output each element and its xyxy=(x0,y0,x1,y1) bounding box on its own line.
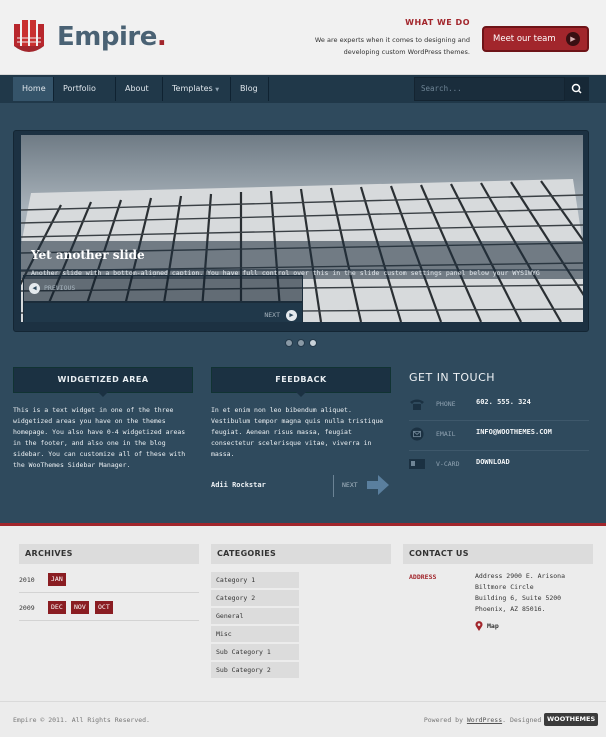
category-link[interactable]: Sub Category 2 xyxy=(211,662,299,678)
category-link[interactable]: Sub Category 1 xyxy=(211,644,299,660)
map-pin-icon xyxy=(475,621,483,631)
arrow-right-icon[interactable] xyxy=(367,475,389,495)
credits-text: Powered by WordPress. Designed by xyxy=(424,716,553,724)
divider xyxy=(333,475,334,497)
dropdown-arrow-icon: ▼ xyxy=(215,87,220,93)
arrow-right-icon: ▶ xyxy=(286,310,297,321)
archive-year: 2010 xyxy=(19,576,35,584)
slide-image: Yet another slide Another slide with a b… xyxy=(21,135,583,322)
feedback-text: In et enim non leo bibendum aliquet. Ves… xyxy=(211,406,384,458)
address-line: Phoenix, AZ 85016. xyxy=(475,605,546,613)
nav-item-templates[interactable]: Templates ▼ xyxy=(163,77,231,101)
vcard-download-link[interactable]: DOWNLOAD xyxy=(476,458,510,466)
what-we-do-text: We are experts when it comes to designin… xyxy=(314,36,470,56)
main-navigation: Home Portfolio About Templates ▼ Blog Se… xyxy=(0,75,606,103)
archive-row: 2009 DEC NOV OCT xyxy=(19,594,199,621)
widget-title-text: WIDGETIZED AREA xyxy=(57,375,149,384)
main-content: Yet another slide Another slide with a b… xyxy=(0,103,606,523)
get-in-touch-title: GET IN TOUCH xyxy=(409,371,496,384)
email-icon xyxy=(410,427,424,441)
archive-month-link[interactable]: JAN xyxy=(48,573,66,586)
nav-item-label: Blog xyxy=(240,84,258,93)
categories-title: CATEGORIES xyxy=(211,544,391,564)
woothemes-logo[interactable]: WOOTHEMES xyxy=(544,713,599,726)
slide-next-button[interactable]: NEXT ▶ xyxy=(23,302,303,322)
meet-our-team-button[interactable]: Meet our team ▶ xyxy=(482,26,589,52)
email-link[interactable]: INFO@WOOTHEMES.COM xyxy=(476,428,552,436)
map-link[interactable]: Map xyxy=(487,622,499,630)
vcard-icon xyxy=(409,459,425,469)
address-line: Biltmore Circle xyxy=(475,583,534,591)
widgetized-area-title: WIDGETIZED AREA xyxy=(13,367,193,397)
nav-item-home[interactable]: Home xyxy=(13,77,54,101)
contact-label: EMAIL xyxy=(436,430,456,438)
slide-caption: Yet another slide xyxy=(21,241,583,271)
contact-label: V-CARD xyxy=(436,460,460,468)
archive-row: 2010 JAN xyxy=(19,566,199,593)
arrow-right-icon: ▶ xyxy=(566,32,580,46)
category-link[interactable]: Misc xyxy=(211,626,299,642)
site-logo-text[interactable]: Empire. xyxy=(57,22,167,52)
contact-label: PHONE xyxy=(436,400,456,408)
testimonial-author: Adii Rockstar xyxy=(211,481,266,489)
contact-us-title: CONTACT US xyxy=(403,544,593,564)
slider-pager-dot[interactable] xyxy=(285,339,293,347)
nav-item-label: Portfolio xyxy=(63,84,96,93)
phone-number: 602. 555. 324 xyxy=(476,398,531,406)
slider-pager-dot[interactable] xyxy=(297,339,305,347)
copyright-bar: Empire © 2011. All Rights Reserved. Powe… xyxy=(0,701,606,737)
nav-item-portfolio[interactable]: Portfolio xyxy=(54,77,116,101)
credits-prefix: Powered by xyxy=(423,716,467,724)
previous-label: PREVIOUS xyxy=(44,284,76,292)
archive-month-link[interactable]: NOV xyxy=(71,601,89,614)
footer-widgets: ARCHIVES 2010 JAN 2009 DEC NOV OCT CATEG… xyxy=(0,526,606,701)
category-link[interactable]: Category 1 xyxy=(211,572,299,588)
archive-month-link[interactable]: OCT xyxy=(95,601,113,614)
search-icon xyxy=(571,83,582,94)
slider-pager-dot-active[interactable] xyxy=(309,339,317,347)
search-button[interactable] xyxy=(565,77,589,101)
nav-item-label: Templates xyxy=(172,84,213,93)
copyright-text: Empire © 2011. All Rights Reserved. xyxy=(13,716,150,724)
contact-row-phone: PHONE 602. 555. 324 xyxy=(409,391,589,421)
logo-icon[interactable] xyxy=(12,18,46,54)
slide-title: Yet another slide xyxy=(31,248,145,262)
testimonial-next-link[interactable]: NEXT xyxy=(342,481,358,489)
what-we-do-title: WHAT WE DO xyxy=(405,18,470,27)
site-header: Empire. WHAT WE DO We are experts when i… xyxy=(0,0,606,75)
contact-row-email: EMAIL INFO@WOOTHEMES.COM xyxy=(409,421,589,451)
archives-title: ARCHIVES xyxy=(19,544,199,564)
archive-month-link[interactable]: DEC xyxy=(48,601,66,614)
address-line: Building 6, Suite 5200 xyxy=(475,594,562,602)
address-text: Address 2900 E. Arisona Biltmore Circle … xyxy=(475,571,595,615)
nav-item-about[interactable]: About xyxy=(116,77,163,101)
feedback-title: FEEDBACK xyxy=(211,367,391,397)
category-link[interactable]: General xyxy=(211,608,299,624)
category-link[interactable]: Category 2 xyxy=(211,590,299,606)
nav-item-label: Home xyxy=(22,84,46,93)
next-label: NEXT xyxy=(264,311,280,319)
address-label: ADDRESS xyxy=(409,573,437,581)
slide-previous-button[interactable]: ◀ PREVIOUS xyxy=(23,275,303,302)
phone-icon xyxy=(410,399,424,410)
search-input[interactable]: Search... xyxy=(414,77,565,101)
address-line: Address 2900 E. Arisona xyxy=(475,572,566,580)
archive-year: 2009 xyxy=(19,604,35,612)
meet-our-team-label: Meet our team xyxy=(493,34,556,44)
arrow-left-icon: ◀ xyxy=(29,283,40,294)
widget-title-text: FEEDBACK xyxy=(275,375,327,384)
widgetized-area-text: This is a text widget in one of the thre… xyxy=(13,406,186,469)
contact-row-vcard: V-CARD DOWNLOAD xyxy=(409,451,589,481)
nav-item-label: About xyxy=(125,84,149,93)
nav-item-blog[interactable]: Blog xyxy=(231,77,269,101)
featured-slider[interactable]: Yet another slide Another slide with a b… xyxy=(13,130,589,332)
wordpress-link[interactable]: WordPress xyxy=(467,716,502,724)
